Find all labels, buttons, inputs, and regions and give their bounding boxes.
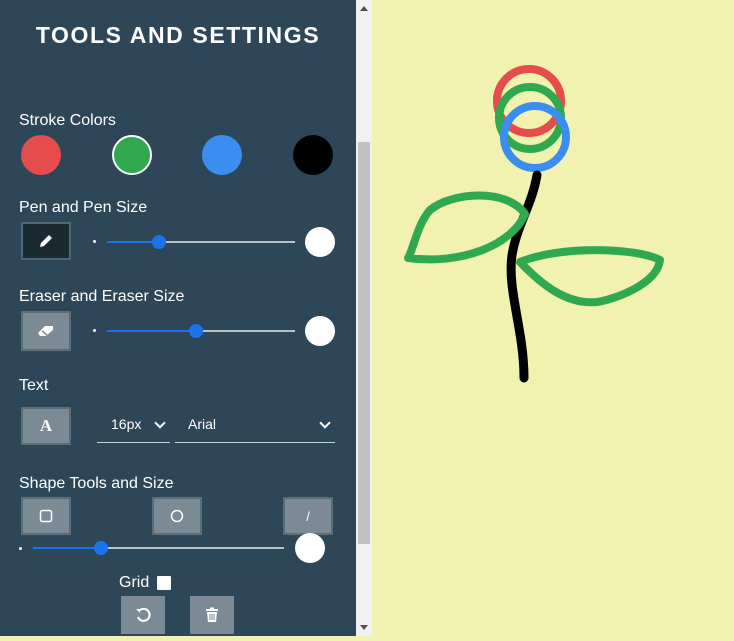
eraser-min-dot (93, 329, 96, 332)
undo-icon (136, 607, 151, 622)
line-tool-button[interactable]: / (283, 497, 333, 535)
sidebar-title: TOOLS AND SETTINGS (35, 22, 321, 48)
shape-size-slider[interactable] (33, 541, 284, 555)
flower-drawing (404, 65, 664, 383)
scroll-up-arrow-icon[interactable] (360, 6, 368, 11)
line-tool-glyph: / (306, 508, 310, 524)
text-a-icon: A (39, 416, 53, 435)
font-family-value: Arial (188, 415, 217, 432)
right-leaf (516, 246, 664, 307)
stroke-colors-label: Stroke Colors (19, 112, 116, 129)
pencil-icon (40, 235, 52, 247)
pen-size-slider[interactable] (107, 235, 295, 249)
shape-min-dot (19, 547, 22, 550)
scrollbar-thumb[interactable] (358, 142, 370, 544)
eraser-size-slider[interactable] (107, 324, 295, 338)
grid-checkbox[interactable] (157, 576, 171, 590)
font-family-select[interactable]: Arial (175, 405, 335, 443)
trash-icon (206, 607, 218, 622)
eraser-max-dot (305, 316, 335, 346)
undo-button[interactable] (121, 596, 165, 634)
grid-label: Grid (119, 574, 150, 591)
circle-tool-button[interactable] (152, 497, 202, 535)
shape-size-thumb[interactable] (94, 541, 108, 555)
font-size-value: 16px (111, 415, 142, 432)
eraser-label: Eraser and Eraser Size (19, 288, 185, 305)
rectangle-tool-button[interactable] (21, 497, 71, 535)
color-swatch-black[interactable] (293, 135, 333, 175)
pen-size-thumb[interactable] (152, 235, 166, 249)
shape-size-fill (33, 547, 101, 549)
pen-button[interactable] (21, 222, 71, 260)
text-tool-button[interactable]: A (21, 407, 71, 445)
pen-min-dot (93, 240, 96, 243)
chevron-down-icon (319, 417, 331, 429)
eraser-icon (38, 326, 53, 336)
color-swatch-green[interactable] (112, 135, 152, 175)
shape-max-dot (295, 533, 325, 563)
pen-label: Pen and Pen Size (19, 199, 148, 216)
left-leaf (404, 191, 529, 264)
eraser-size-fill (107, 330, 196, 332)
delete-button[interactable] (190, 596, 234, 634)
text-label: Text (19, 377, 49, 394)
color-swatch-blue[interactable] (202, 135, 242, 175)
circle-icon (170, 509, 184, 523)
eraser-size-thumb[interactable] (189, 324, 203, 338)
drawing-canvas[interactable] (372, 0, 734, 636)
tools-sidebar: TOOLS AND SETTINGS Stroke Colors Pen and… (0, 0, 356, 636)
sidebar-scrollbar[interactable] (356, 0, 372, 636)
square-icon (39, 509, 53, 523)
font-size-select[interactable]: 16px (97, 405, 170, 443)
pen-max-dot (305, 227, 335, 257)
shape-tools-label: Shape Tools and Size (19, 475, 174, 492)
scroll-down-arrow-icon[interactable] (360, 625, 368, 630)
color-swatch-red[interactable] (21, 135, 61, 175)
chevron-down-icon (154, 417, 166, 429)
eraser-button[interactable] (21, 311, 71, 351)
